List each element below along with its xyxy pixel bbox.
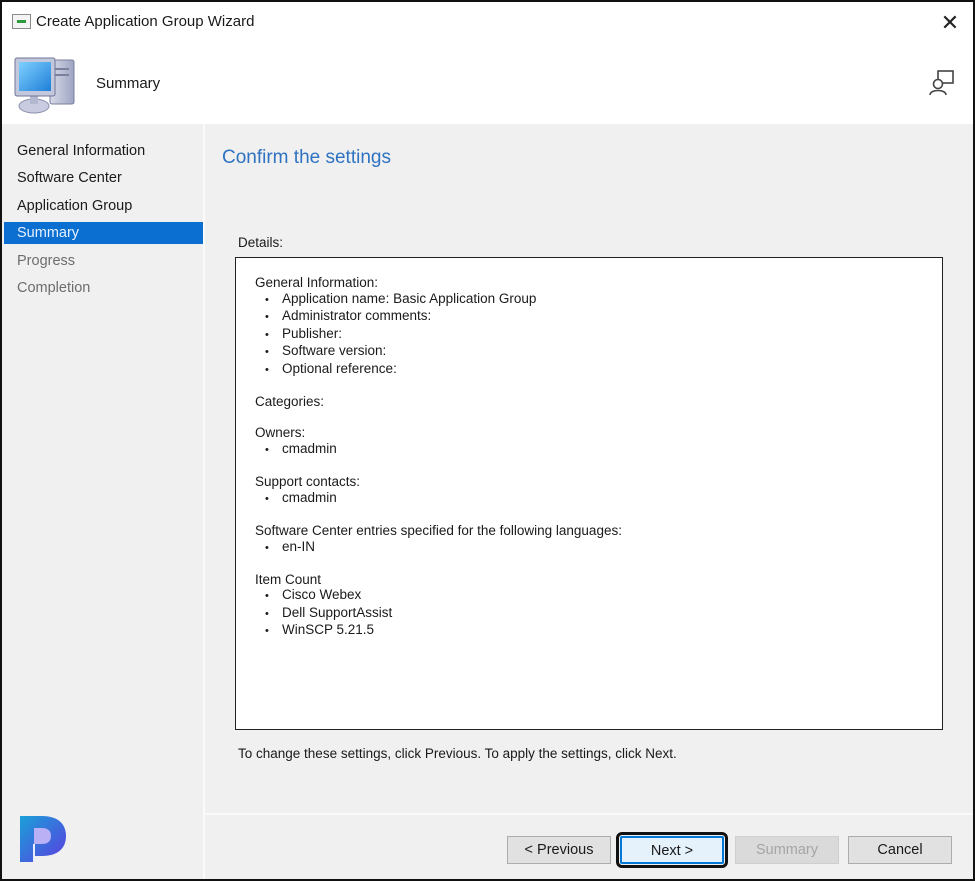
list-item: Application name: Basic Application Grou… (265, 291, 942, 309)
feedback-icon[interactable] (927, 68, 957, 98)
section-title: General Information: (255, 275, 379, 290)
details-section-categories: Categories: (255, 394, 942, 410)
page-title: Confirm the settings (222, 147, 391, 168)
details-section-item-count: Item Count Cisco Webex Dell SupportAssis… (255, 572, 942, 640)
list-item: Software version: (265, 343, 942, 361)
sidebar-item-progress: Progress (17, 253, 76, 269)
wizard-window: Create Application Group Wizard ✕ Summar… (0, 0, 975, 881)
wizard-header: Summary (2, 42, 973, 124)
section-title: Software Center entries specified for th… (255, 522, 622, 538)
details-section-owners: Owners: cmadmin (255, 425, 942, 458)
section-title: Owners: (255, 425, 306, 441)
next-button[interactable]: Next > (616, 832, 728, 868)
sidebar-item-summary[interactable]: Summary (4, 222, 203, 244)
summary-button: Summary (735, 836, 839, 864)
footer-divider (205, 813, 973, 815)
wizard-steps-sidebar: General Information Software Center Appl… (2, 124, 205, 879)
previous-button[interactable]: < Previous (507, 836, 611, 864)
list-item: Administrator comments: (265, 308, 942, 326)
details-label: Details: (238, 235, 284, 250)
list-item: Optional reference: (265, 361, 942, 379)
details-text-box[interactable]: General Information: Application name: B… (235, 257, 943, 730)
computer-icon (14, 57, 75, 114)
list-item: cmadmin (265, 490, 942, 508)
close-icon: ✕ (940, 10, 960, 35)
sidebar-item-software-center[interactable]: Software Center (4, 167, 203, 189)
details-section-languages: Software Center entries specified for th… (255, 523, 942, 556)
list-item: Dell SupportAssist (265, 605, 942, 623)
list-item: Cisco Webex (265, 587, 942, 605)
list-item: en-IN (265, 539, 942, 557)
wizard-main-panel: Confirm the settings Details: General In… (205, 124, 973, 879)
instruction-text: To change these settings, click Previous… (238, 746, 677, 761)
title-bar: Create Application Group Wizard ✕ (2, 2, 973, 42)
close-button[interactable]: ✕ (935, 8, 965, 38)
list-item: WinSCP 5.21.5 (265, 622, 942, 640)
list-item: cmadmin (265, 441, 942, 459)
details-section-general-information: General Information: Application name: B… (255, 275, 942, 379)
section-title: Item Count (255, 571, 322, 587)
list-item: Publisher: (265, 326, 942, 344)
section-title: Categories: (255, 394, 325, 410)
header-title: Summary (96, 75, 161, 92)
window-title: Create Application Group Wizard (36, 13, 255, 30)
section-title: Support contacts: (255, 474, 361, 490)
sidebar-item-general-information[interactable]: General Information (4, 140, 203, 162)
prajwal-logo-icon (20, 816, 66, 862)
wizard-window-icon (12, 14, 31, 29)
cancel-button[interactable]: Cancel (848, 836, 952, 864)
details-section-support-contacts: Support contacts: cmadmin (255, 474, 942, 507)
sidebar-item-completion: Completion (17, 280, 91, 296)
sidebar-item-application-group[interactable]: Application Group (4, 195, 203, 217)
